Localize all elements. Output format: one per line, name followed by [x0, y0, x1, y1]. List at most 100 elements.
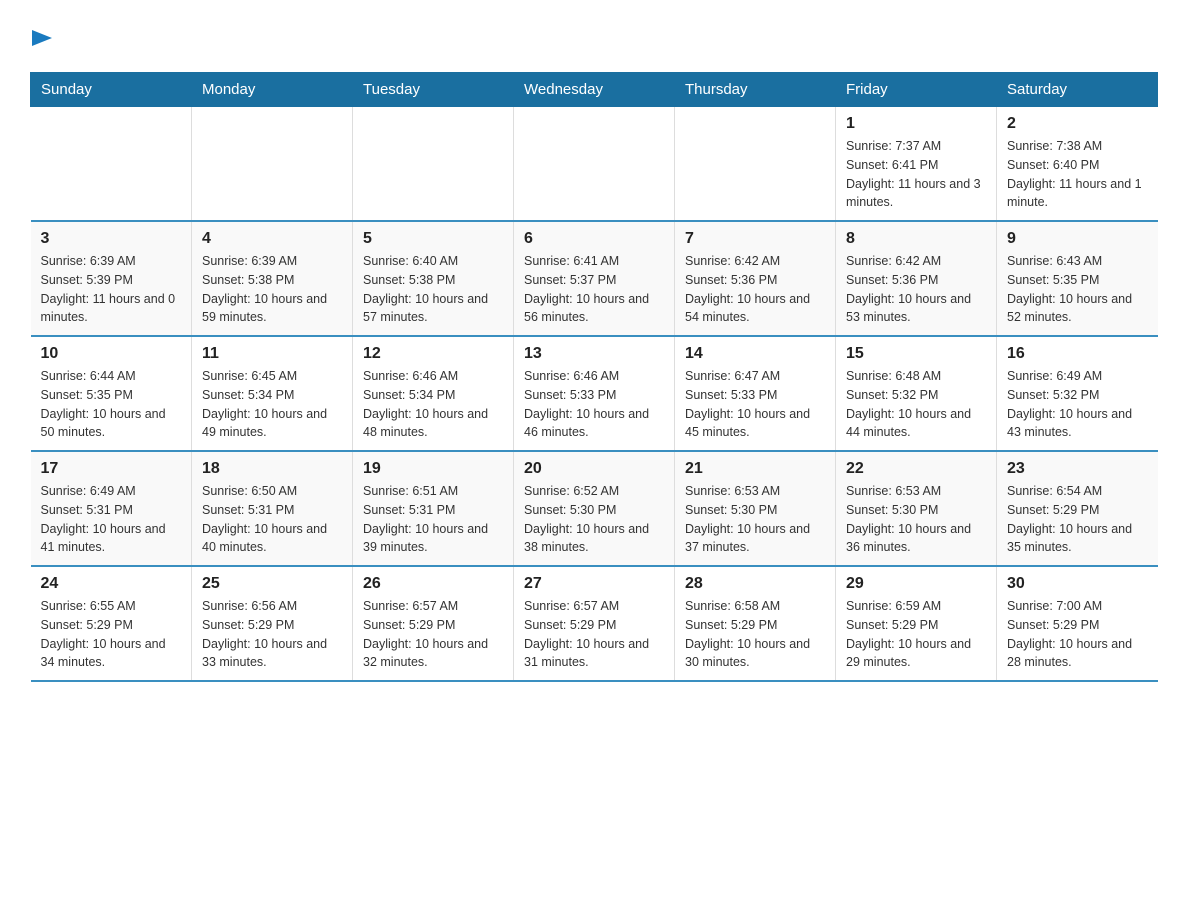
- day-cell: 18 Sunrise: 6:50 AM Sunset: 5:31 PM Dayli…: [192, 451, 353, 566]
- day-number: 13: [524, 345, 664, 363]
- day-info: Sunrise: 6:54 AM Sunset: 5:29 PM Dayligh…: [1007, 482, 1148, 557]
- week-row-5: 24 Sunrise: 6:55 AM Sunset: 5:29 PM Dayli…: [31, 566, 1158, 681]
- day-cell: [192, 107, 353, 222]
- day-number: 17: [41, 460, 182, 478]
- day-info: Sunrise: 6:52 AM Sunset: 5:30 PM Dayligh…: [524, 482, 664, 557]
- day-info: Sunrise: 6:45 AM Sunset: 5:34 PM Dayligh…: [202, 367, 342, 442]
- day-cell: [353, 107, 514, 222]
- week-row-2: 3 Sunrise: 6:39 AM Sunset: 5:39 PM Daylig…: [31, 221, 1158, 336]
- day-cell: 16 Sunrise: 6:49 AM Sunset: 5:32 PM Dayli…: [997, 336, 1158, 451]
- day-number: 30: [1007, 575, 1148, 593]
- day-number: 3: [41, 230, 182, 248]
- day-cell: 2 Sunrise: 7:38 AM Sunset: 6:40 PM Daylig…: [997, 107, 1158, 222]
- header-friday: Friday: [836, 73, 997, 107]
- day-info: Sunrise: 6:49 AM Sunset: 5:32 PM Dayligh…: [1007, 367, 1148, 442]
- day-info: Sunrise: 7:00 AM Sunset: 5:29 PM Dayligh…: [1007, 597, 1148, 672]
- header-monday: Monday: [192, 73, 353, 107]
- day-cell: [675, 107, 836, 222]
- day-info: Sunrise: 6:53 AM Sunset: 5:30 PM Dayligh…: [846, 482, 986, 557]
- day-info: Sunrise: 6:49 AM Sunset: 5:31 PM Dayligh…: [41, 482, 182, 557]
- day-number: 18: [202, 460, 342, 478]
- day-number: 23: [1007, 460, 1148, 478]
- day-info: Sunrise: 6:42 AM Sunset: 5:36 PM Dayligh…: [846, 252, 986, 327]
- day-info: Sunrise: 6:51 AM Sunset: 5:31 PM Dayligh…: [363, 482, 503, 557]
- day-cell: 14Sunrise: 6:47 AM Sunset: 5:33 PM Dayli…: [675, 336, 836, 451]
- day-number: 25: [202, 575, 342, 593]
- day-number: 22: [846, 460, 986, 478]
- day-cell: 24 Sunrise: 6:55 AM Sunset: 5:29 PM Dayli…: [31, 566, 192, 681]
- day-info: Sunrise: 6:43 AM Sunset: 5:35 PM Dayligh…: [1007, 252, 1148, 327]
- day-number: 16: [1007, 345, 1148, 363]
- day-cell: 1Sunrise: 7:37 AM Sunset: 6:41 PM Daylig…: [836, 107, 997, 222]
- day-info: Sunrise: 6:50 AM Sunset: 5:31 PM Dayligh…: [202, 482, 342, 557]
- header-row: SundayMondayTuesdayWednesdayThursdayFrid…: [31, 73, 1158, 107]
- day-info: Sunrise: 6:40 AM Sunset: 5:38 PM Dayligh…: [363, 252, 503, 327]
- day-number: 20: [524, 460, 664, 478]
- calendar-header: SundayMondayTuesdayWednesdayThursdayFrid…: [31, 73, 1158, 107]
- logo: [30, 20, 52, 52]
- day-info: Sunrise: 6:39 AM Sunset: 5:39 PM Dayligh…: [41, 252, 182, 327]
- day-cell: 12 Sunrise: 6:46 AM Sunset: 5:34 PM Dayli…: [353, 336, 514, 451]
- day-info: Sunrise: 6:46 AM Sunset: 5:33 PM Dayligh…: [524, 367, 664, 442]
- day-number: 5: [363, 230, 503, 248]
- day-cell: 19Sunrise: 6:51 AM Sunset: 5:31 PM Dayli…: [353, 451, 514, 566]
- day-cell: 13 Sunrise: 6:46 AM Sunset: 5:33 PM Dayli…: [514, 336, 675, 451]
- day-cell: 9 Sunrise: 6:43 AM Sunset: 5:35 PM Daylig…: [997, 221, 1158, 336]
- day-cell: [514, 107, 675, 222]
- logo-flag-icon: [32, 30, 52, 50]
- day-cell: 20 Sunrise: 6:52 AM Sunset: 5:30 PM Dayli…: [514, 451, 675, 566]
- day-number: 21: [685, 460, 825, 478]
- header-saturday: Saturday: [997, 73, 1158, 107]
- day-info: Sunrise: 6:55 AM Sunset: 5:29 PM Dayligh…: [41, 597, 182, 672]
- day-number: 9: [1007, 230, 1148, 248]
- day-cell: 30 Sunrise: 7:00 AM Sunset: 5:29 PM Dayli…: [997, 566, 1158, 681]
- day-number: 27: [524, 575, 664, 593]
- day-number: 11: [202, 345, 342, 363]
- day-number: 15: [846, 345, 986, 363]
- day-number: 7: [685, 230, 825, 248]
- day-info: Sunrise: 6:46 AM Sunset: 5:34 PM Dayligh…: [363, 367, 503, 442]
- day-cell: 22 Sunrise: 6:53 AM Sunset: 5:30 PM Dayli…: [836, 451, 997, 566]
- page-header: [30, 20, 1158, 52]
- day-cell: 25 Sunrise: 6:56 AM Sunset: 5:29 PM Dayli…: [192, 566, 353, 681]
- day-info: Sunrise: 6:59 AM Sunset: 5:29 PM Dayligh…: [846, 597, 986, 672]
- day-number: 10: [41, 345, 182, 363]
- day-cell: 8Sunrise: 6:42 AM Sunset: 5:36 PM Daylig…: [836, 221, 997, 336]
- day-info: Sunrise: 6:57 AM Sunset: 5:29 PM Dayligh…: [524, 597, 664, 672]
- day-number: 26: [363, 575, 503, 593]
- day-number: 28: [685, 575, 825, 593]
- week-row-4: 17 Sunrise: 6:49 AM Sunset: 5:31 PM Dayli…: [31, 451, 1158, 566]
- day-cell: 6Sunrise: 6:41 AM Sunset: 5:37 PM Daylig…: [514, 221, 675, 336]
- day-cell: 15Sunrise: 6:48 AM Sunset: 5:32 PM Dayli…: [836, 336, 997, 451]
- calendar-table: SundayMondayTuesdayWednesdayThursdayFrid…: [30, 72, 1158, 682]
- day-info: Sunrise: 7:38 AM Sunset: 6:40 PM Dayligh…: [1007, 137, 1148, 212]
- day-info: Sunrise: 6:39 AM Sunset: 5:38 PM Dayligh…: [202, 252, 342, 327]
- calendar-body: 1Sunrise: 7:37 AM Sunset: 6:41 PM Daylig…: [31, 107, 1158, 682]
- day-number: 4: [202, 230, 342, 248]
- day-info: Sunrise: 6:42 AM Sunset: 5:36 PM Dayligh…: [685, 252, 825, 327]
- day-info: Sunrise: 6:57 AM Sunset: 5:29 PM Dayligh…: [363, 597, 503, 672]
- day-number: 24: [41, 575, 182, 593]
- day-cell: 26 Sunrise: 6:57 AM Sunset: 5:29 PM Dayli…: [353, 566, 514, 681]
- day-info: Sunrise: 6:53 AM Sunset: 5:30 PM Dayligh…: [685, 482, 825, 557]
- header-sunday: Sunday: [31, 73, 192, 107]
- day-cell: 17 Sunrise: 6:49 AM Sunset: 5:31 PM Dayli…: [31, 451, 192, 566]
- day-cell: 21 Sunrise: 6:53 AM Sunset: 5:30 PM Dayli…: [675, 451, 836, 566]
- day-cell: 7 Sunrise: 6:42 AM Sunset: 5:36 PM Daylig…: [675, 221, 836, 336]
- day-cell: [31, 107, 192, 222]
- day-number: 2: [1007, 115, 1148, 133]
- day-cell: 28Sunrise: 6:58 AM Sunset: 5:29 PM Dayli…: [675, 566, 836, 681]
- day-cell: 5 Sunrise: 6:40 AM Sunset: 5:38 PM Daylig…: [353, 221, 514, 336]
- day-cell: 29 Sunrise: 6:59 AM Sunset: 5:29 PM Dayli…: [836, 566, 997, 681]
- day-cell: 23 Sunrise: 6:54 AM Sunset: 5:29 PM Dayli…: [997, 451, 1158, 566]
- day-info: Sunrise: 7:37 AM Sunset: 6:41 PM Dayligh…: [846, 137, 986, 212]
- day-cell: 27 Sunrise: 6:57 AM Sunset: 5:29 PM Dayli…: [514, 566, 675, 681]
- day-info: Sunrise: 6:56 AM Sunset: 5:29 PM Dayligh…: [202, 597, 342, 672]
- day-cell: 4 Sunrise: 6:39 AM Sunset: 5:38 PM Daylig…: [192, 221, 353, 336]
- day-cell: 10Sunrise: 6:44 AM Sunset: 5:35 PM Dayli…: [31, 336, 192, 451]
- day-number: 29: [846, 575, 986, 593]
- day-number: 6: [524, 230, 664, 248]
- day-number: 12: [363, 345, 503, 363]
- day-cell: 3 Sunrise: 6:39 AM Sunset: 5:39 PM Daylig…: [31, 221, 192, 336]
- week-row-1: 1Sunrise: 7:37 AM Sunset: 6:41 PM Daylig…: [31, 107, 1158, 222]
